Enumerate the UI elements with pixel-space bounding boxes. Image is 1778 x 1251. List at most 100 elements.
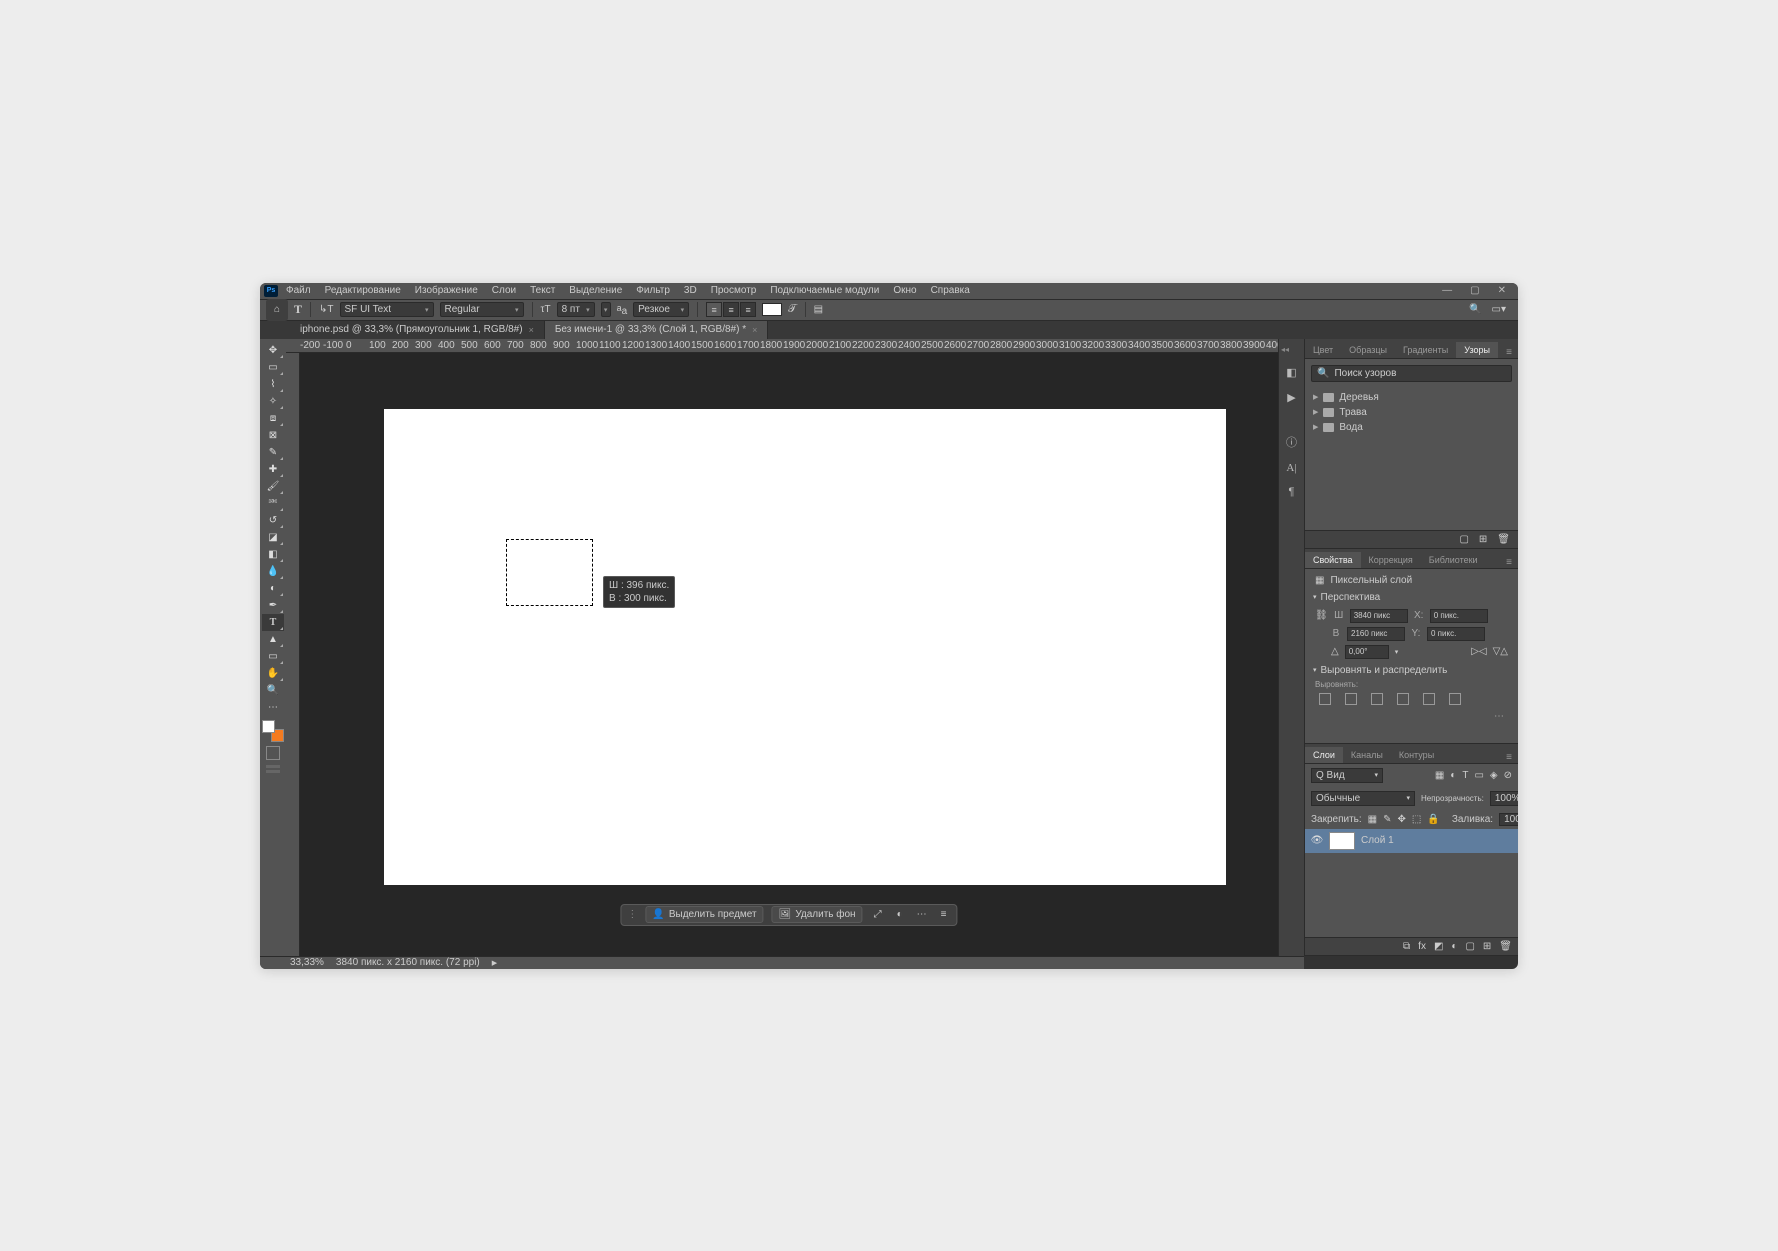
move-tool-icon[interactable]: ✥ — [262, 342, 284, 359]
menu-layers[interactable]: Слои — [486, 283, 522, 298]
x-input[interactable]: 0 пикс. — [1430, 609, 1488, 623]
char-icon[interactable]: A| — [1286, 462, 1296, 474]
gradient-tool-icon[interactable]: ◧ — [262, 546, 284, 563]
pattern-search-input[interactable]: 🔍Поиск узоров — [1311, 365, 1512, 382]
menu-edit[interactable]: Редактирование — [319, 283, 407, 298]
y-input[interactable]: 0 пикс. — [1427, 627, 1485, 641]
ruler-vertical[interactable] — [286, 353, 300, 956]
text-color-swatch[interactable] — [762, 303, 782, 316]
remove-bg-button[interactable]: 🖼Удалить фон — [772, 906, 863, 923]
orient-toggle-icon[interactable]: ↳T — [319, 304, 334, 315]
new-item-icon[interactable]: ⊞ — [1479, 534, 1487, 545]
link-icon[interactable]: ⛓ — [1315, 610, 1328, 621]
lock-all-icon[interactable]: ▦ — [1368, 814, 1377, 825]
paragraph-icon[interactable]: ¶ — [1289, 486, 1295, 498]
adjustment-icon[interactable]: ◐ — [1451, 941, 1457, 952]
lock-icon[interactable]: 🔒 — [1427, 814, 1439, 825]
quickmask-icon[interactable] — [266, 746, 280, 760]
menu-select[interactable]: Выделение — [563, 283, 628, 298]
shape-tool-icon[interactable]: ▭ — [262, 648, 284, 665]
new-layer-icon[interactable]: ⊞ — [1483, 941, 1491, 952]
layer-name[interactable]: Слой 1 — [1361, 835, 1394, 846]
tool-type-icon[interactable]: T — [294, 302, 302, 317]
filter-shape-icon[interactable]: ▭ — [1474, 770, 1483, 781]
tab-paths[interactable]: Контуры — [1391, 747, 1442, 763]
angle-input[interactable]: 0,00° — [1345, 645, 1389, 659]
wand-tool-icon[interactable]: ✧ — [262, 393, 284, 410]
tab-adjustments[interactable]: Коррекция — [1361, 552, 1421, 568]
maximize-icon[interactable]: ▢ — [1470, 285, 1479, 296]
info-icon[interactable]: ⓘ — [1286, 434, 1297, 450]
layer-thumbnail[interactable] — [1329, 832, 1355, 850]
select-subject-button[interactable]: 👤Выделить предмет — [645, 906, 763, 923]
history-brush-tool-icon[interactable]: ↺ — [262, 512, 284, 529]
font-family-dropdown[interactable]: SF UI Text▾ — [340, 302, 434, 317]
zoom-tool-icon[interactable]: 🔍 — [262, 682, 284, 699]
menu-filter[interactable]: Фильтр — [630, 283, 676, 298]
doc-dimensions[interactable]: 3840 пикс. x 2160 пикс. (72 ppi) — [336, 957, 480, 968]
app-logo-icon[interactable]: Ps — [264, 285, 278, 297]
font-size-dropdown[interactable]: 8 пт▾ — [557, 302, 595, 317]
brush-tool-icon[interactable]: 🖌 — [262, 478, 284, 495]
eyedropper-tool-icon[interactable]: ✎ — [262, 444, 284, 461]
font-weight-dropdown[interactable]: Regular▾ — [440, 302, 524, 317]
learn-icon[interactable]: ◧ — [1286, 366, 1296, 379]
lock-nest-icon[interactable]: ⬚ — [1412, 814, 1421, 825]
width-input[interactable]: 3840 пикс — [1350, 609, 1408, 623]
tab-libraries[interactable]: Библиотеки — [1421, 552, 1486, 568]
close-tab-icon[interactable]: × — [529, 325, 534, 335]
paragraph-panel-icon[interactable]: ▤ — [814, 304, 823, 315]
align-bottom-btn[interactable] — [1449, 693, 1461, 705]
home-button[interactable]: ⌂ — [266, 299, 288, 321]
layer-filter-dropdown[interactable]: Q Вид▾ — [1311, 768, 1383, 783]
menu-file[interactable]: Файл — [280, 283, 317, 298]
edit-toolbar-icon[interactable]: ⋯ — [262, 699, 284, 716]
more-align-icon[interactable]: ⋯ — [1305, 709, 1518, 724]
align-center-icon[interactable]: ≡ — [723, 302, 739, 317]
menu-text[interactable]: Текст — [524, 283, 561, 298]
tab-properties[interactable]: Свойства — [1305, 552, 1361, 568]
menu-plugins[interactable]: Подключаемые модули — [764, 283, 885, 298]
tree-item-grass[interactable]: ▶Трава — [1313, 405, 1510, 420]
tab-color[interactable]: Цвет — [1305, 342, 1341, 358]
play-icon[interactable]: ▶ — [1287, 391, 1295, 404]
frame-tool-icon[interactable]: ⊠ — [262, 427, 284, 444]
zoom-level[interactable]: 33,33% — [290, 957, 324, 968]
aa-dropdown-prefix[interactable]: ▾ — [601, 302, 611, 317]
group-icon[interactable]: ▢ — [1465, 941, 1474, 952]
hand-tool-icon[interactable]: ✋ — [262, 665, 284, 682]
mask-icon[interactable]: ◩ — [1434, 941, 1443, 952]
canvas[interactable] — [384, 409, 1226, 885]
status-chevron-icon[interactable]: ▶ — [492, 959, 497, 967]
panel-menu-icon[interactable]: ≡ — [1500, 347, 1518, 358]
delete-layer-icon[interactable]: 🗑 — [1499, 941, 1512, 952]
blur-tool-icon[interactable]: 💧 — [262, 563, 284, 580]
pen-tool-icon[interactable]: ✒ — [262, 597, 284, 614]
tree-item-trees[interactable]: ▶Деревья — [1313, 390, 1510, 405]
close-icon[interactable]: ✕ — [1498, 285, 1506, 296]
drag-handle-icon[interactable]: ⋮ — [627, 909, 637, 920]
menu-window[interactable]: Окно — [887, 283, 922, 298]
foreground-color[interactable] — [262, 720, 275, 733]
marquee-tool-icon[interactable]: ▭ — [262, 359, 284, 376]
section-transform[interactable]: ▾Перспектива — [1305, 588, 1518, 607]
panel-menu-icon[interactable]: ≡ — [1500, 752, 1518, 763]
align-hcenter-btn[interactable] — [1345, 693, 1357, 705]
canvas-area[interactable]: Ш : 396 пикс. В : 300 пикс. ⋮ 👤Выделить … — [300, 353, 1278, 956]
align-vcenter-btn[interactable] — [1423, 693, 1435, 705]
align-right-btn[interactable] — [1371, 693, 1383, 705]
section-align[interactable]: ▾Выровнять и распределить — [1305, 661, 1518, 680]
doc-tab-1[interactable]: iphone.psd @ 33,3% (Прямоугольник 1, RGB… — [290, 321, 545, 339]
tab-gradients[interactable]: Градиенты — [1395, 342, 1456, 358]
align-left-icon[interactable]: ≡ — [706, 302, 722, 317]
screen-mode-icon[interactable] — [266, 764, 280, 774]
fx-icon[interactable]: fx — [1418, 941, 1426, 952]
visibility-icon[interactable]: 👁 — [1311, 835, 1323, 847]
layer-row-1[interactable]: 👁 Слой 1 — [1305, 829, 1518, 853]
ruler-horizontal[interactable]: -200-10001002003004005006007008009001000… — [286, 339, 1278, 353]
menu-view[interactable]: Просмотр — [705, 283, 763, 298]
filter-adjust-icon[interactable]: ◐ — [1450, 770, 1456, 781]
tab-layers[interactable]: Слои — [1305, 747, 1343, 763]
new-folder-icon[interactable]: ▢ — [1459, 534, 1468, 545]
fill-input[interactable]: 100%▾ — [1499, 813, 1518, 826]
